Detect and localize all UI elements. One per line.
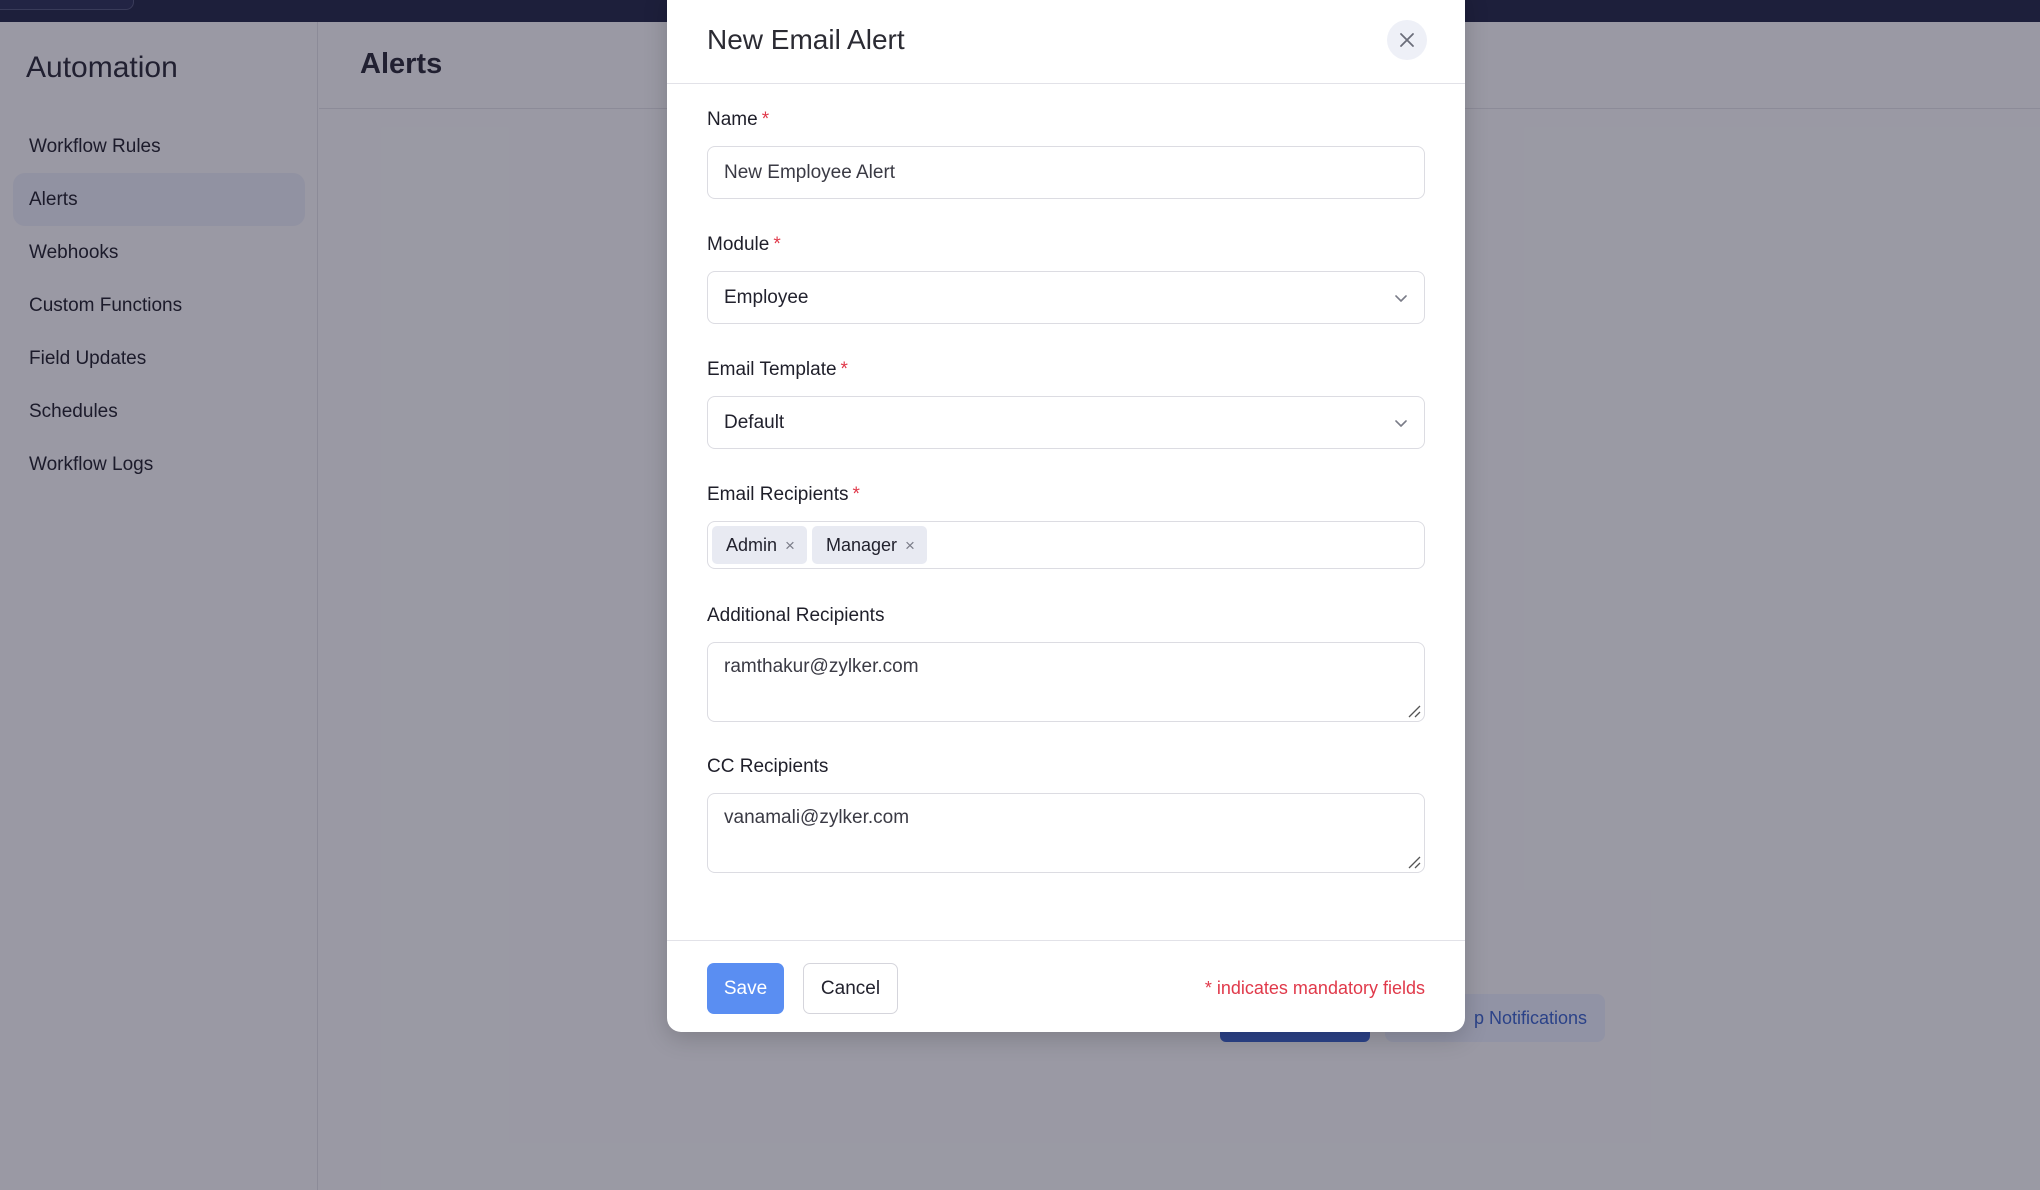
additional-recipients-value: ramthakur@zylker.com [724, 656, 919, 677]
required-marker: * [773, 234, 781, 255]
email-template-field: Email Template * Default [707, 358, 1425, 449]
name-field: Name * [707, 108, 1425, 199]
cc-recipients-label: CC Recipients [707, 756, 829, 777]
recipient-chip-admin: Admin × [712, 526, 807, 564]
required-marker: * [852, 484, 860, 505]
module-selected-value: Employee [724, 286, 809, 308]
remove-chip-icon[interactable]: × [785, 537, 795, 554]
cc-recipients-textarea[interactable]: vanamali@zylker.com [707, 793, 1425, 873]
mandatory-fields-note: * indicates mandatory fields [1204, 978, 1425, 998]
additional-recipients-textarea[interactable]: ramthakur@zylker.com [707, 642, 1425, 722]
chevron-down-icon [1395, 419, 1407, 427]
resize-handle-icon[interactable] [1407, 855, 1421, 869]
additional-recipients-field: Additional Recipients ramthakur@zylker.c… [707, 604, 1425, 722]
email-recipients-label: Email Recipients * [707, 484, 860, 505]
cc-recipients-value: vanamali@zylker.com [724, 807, 910, 828]
email-template-select[interactable]: Default [707, 396, 1425, 449]
email-template-label: Email Template * [707, 359, 848, 380]
email-recipients-field: Email Recipients * Admin × Manager × [707, 483, 1425, 569]
close-button[interactable] [1387, 20, 1427, 60]
module-label: Module * [707, 234, 781, 255]
dialog-header: New Email Alert [667, 0, 1465, 84]
additional-recipients-label: Additional Recipients [707, 605, 885, 626]
close-icon [1400, 33, 1414, 47]
resize-handle-icon[interactable] [1407, 704, 1421, 718]
name-input[interactable] [707, 146, 1425, 199]
required-marker: * [761, 109, 770, 130]
cancel-button[interactable]: Cancel [803, 963, 898, 1014]
email-template-selected-value: Default [724, 411, 785, 433]
chip-label: Admin [726, 534, 778, 555]
dialog-footer: Save Cancel * indicates mandatory fields [667, 940, 1465, 1032]
email-recipients-multiselect[interactable]: Admin × Manager × [707, 521, 1425, 569]
chip-label: Manager [825, 534, 898, 555]
new-email-alert-dialog: New Email Alert Name* Module* Employee [667, 0, 1465, 1032]
remove-chip-icon[interactable]: × [905, 537, 915, 554]
save-button[interactable]: Save [707, 963, 784, 1014]
name-label: Name * [707, 109, 770, 130]
recipient-chip-manager: Manager × [811, 526, 927, 564]
chevron-down-icon [1395, 294, 1407, 302]
required-marker: * [840, 359, 848, 380]
cc-recipients-field: CC Recipients vanamali@zylker.com [707, 755, 1425, 873]
module-select[interactable]: Employee [707, 271, 1425, 324]
module-field: Module * Employee [707, 233, 1425, 324]
dialog-title: New Email Alert [707, 24, 905, 55]
